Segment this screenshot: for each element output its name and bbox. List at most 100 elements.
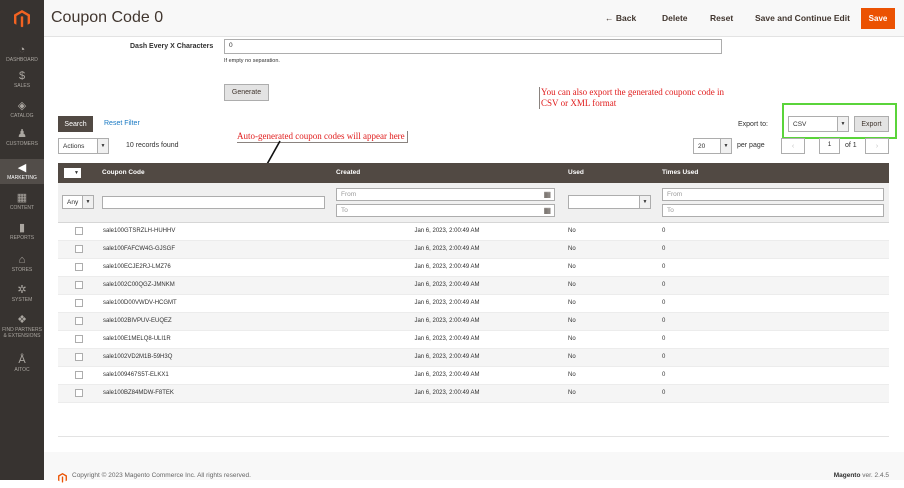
times-used-cell: 0 <box>662 336 666 342</box>
delete-button[interactable]: Delete <box>662 13 688 23</box>
sidebar-item-customers[interactable]: ♟ CUSTOMERS <box>0 128 44 147</box>
row-checkbox[interactable] <box>75 263 83 271</box>
table-row[interactable]: sale100FAFCW4G-GJSGF Jan 6, 2023, 2:00:49… <box>58 241 889 259</box>
row-checkbox[interactable] <box>75 299 83 307</box>
used-cell: No <box>568 282 576 288</box>
table-row[interactable]: sale1009467S5T-ELKX1 Jan 6, 2023, 2:00:49… <box>58 367 889 385</box>
times-used-cell: 0 <box>662 228 666 234</box>
table-row[interactable]: sale100GTSRZLH-HUHHV Jan 6, 2023, 2:00:49… <box>58 223 889 241</box>
page-footer: Copyright © 2023 Magento Commerce Inc. A… <box>44 452 904 483</box>
table-row[interactable]: sale1002BIVPUV-EUQEZ Jan 6, 2023, 2:00:49… <box>58 313 889 331</box>
admin-sidebar: ◔ DASHBOARD $ SALES ◈ CATALOG ♟ CUSTOMERS ◀ MARKE… <box>0 0 44 480</box>
export-button[interactable]: Export <box>854 116 889 132</box>
bar-chart-icon: ▮ <box>18 222 26 234</box>
sidebar-item-system[interactable]: ✲ SYSTEM <box>0 284 44 303</box>
used-cell: No <box>568 354 576 360</box>
column-coupon-code[interactable]: Coupon Code <box>102 169 145 176</box>
export-format-select[interactable]: CSV ▼ <box>788 116 849 132</box>
times-used-from-filter[interactable]: From <box>662 188 884 201</box>
used-cell: No <box>568 318 576 324</box>
row-checkbox[interactable] <box>75 281 83 289</box>
table-row[interactable]: sale100ECJE2RJ-LMZ76 Jan 6, 2023, 2:00:49… <box>58 259 889 277</box>
reset-filter-link[interactable]: Reset Filter <box>104 120 140 127</box>
per-page-select[interactable]: 20 ▼ <box>693 138 732 154</box>
times-used-to-filter[interactable]: To <box>662 204 884 217</box>
row-checkbox[interactable] <box>75 335 83 343</box>
used-cell: No <box>568 336 576 342</box>
table-row[interactable]: sale1002C00QGZ-JMNKM Jan 6, 2023, 2:00:49… <box>58 277 889 295</box>
table-row[interactable]: sale100E1MELQ8-ULI1R Jan 6, 2023, 2:00:49… <box>58 331 889 349</box>
next-page-button[interactable]: › <box>865 138 889 154</box>
coupon-code-cell: sale100BZ84MDW-F8TEK <box>103 390 174 396</box>
row-checkbox[interactable] <box>75 353 83 361</box>
sidebar-item-label: CONTENT <box>9 205 35 211</box>
table-row[interactable]: sale100BZ84MDW-F8TEK Jan 6, 2023, 2:00:49… <box>58 385 889 403</box>
sidebar-item-catalog[interactable]: ◈ CATALOG <box>0 100 44 119</box>
sidebar-item-aitoc[interactable]: Å AITOC <box>0 354 44 373</box>
sidebar-item-sales[interactable]: $ SALES <box>0 70 44 89</box>
version-info: Magento ver. 2.4.5 <box>833 472 889 479</box>
column-used[interactable]: Used <box>568 169 584 176</box>
row-checkbox[interactable] <box>75 245 83 253</box>
coupon-code-filter[interactable] <box>102 196 325 209</box>
actions-select[interactable]: Actions ▼ <box>58 138 109 154</box>
row-checkbox[interactable] <box>75 317 83 325</box>
save-button[interactable]: Save <box>861 8 895 29</box>
dash-note: If empty no separation. <box>224 58 280 64</box>
column-times-used[interactable]: Times Used <box>662 169 698 176</box>
sidebar-item-label: STORES <box>11 267 33 273</box>
created-to-filter[interactable]: To ▦ <box>336 204 555 217</box>
generate-button[interactable]: Generate <box>224 84 269 101</box>
calendar-icon[interactable]: ▦ <box>543 206 551 215</box>
used-cell: No <box>568 264 576 270</box>
used-cell: No <box>568 390 576 396</box>
row-checkbox[interactable] <box>75 227 83 235</box>
sidebar-item-label: REPORTS <box>9 235 35 241</box>
times-used-cell: 0 <box>662 390 666 396</box>
chevron-right-icon: › <box>875 142 879 150</box>
row-checkbox[interactable] <box>75 371 83 379</box>
dash-input[interactable]: 0 <box>224 39 722 54</box>
chevron-down-icon: ▼ <box>74 170 79 176</box>
sidebar-item-label: SYSTEM <box>11 297 33 303</box>
created-from-filter[interactable]: From ▦ <box>336 188 555 201</box>
used-select[interactable]: ▼ <box>568 195 651 209</box>
sidebar-item-stores[interactable]: ⌂ STORES <box>0 254 44 273</box>
times-used-cell: 0 <box>662 300 666 306</box>
sidebar-item-reports[interactable]: ▮ REPORTS <box>0 222 44 241</box>
sidebar-item-marketing[interactable]: ◀ MARKETING <box>0 159 44 184</box>
back-button[interactable]: ← Back <box>605 13 636 23</box>
calendar-icon[interactable]: ▦ <box>543 190 551 199</box>
magento-logo-icon[interactable] <box>0 0 44 38</box>
page-input[interactable]: 1 <box>819 138 840 154</box>
coupon-code-cell: sale100ECJE2RJ-LMZ76 <box>103 264 171 270</box>
column-created[interactable]: Created <box>336 169 360 176</box>
sidebar-item-find-partners-extensions[interactable]: ❖ FIND PARTNERS & EXTENSIONS <box>0 314 44 339</box>
sidebar-item-content[interactable]: ▦ CONTENT <box>0 192 44 211</box>
any-select[interactable]: Any ▼ <box>62 195 94 209</box>
save-continue-button[interactable]: Save and Continue Edit <box>755 13 850 23</box>
search-button[interactable]: Search <box>58 116 93 132</box>
copyright-text: Copyright © 2023 Magento Commerce Inc. A… <box>72 472 251 479</box>
created-cell: Jan 6, 2023, 2:00:49 AM <box>414 390 480 396</box>
mass-select-checkbox[interactable]: ▼ <box>64 168 81 178</box>
table-row[interactable]: sale1002VD2M1B-59H3Q Jan 6, 2023, 2:00:49… <box>58 349 889 367</box>
coupon-code-cell: sale100GTSRZLH-HUHHV <box>103 228 176 234</box>
sidebar-item-label: CATALOG <box>10 113 34 119</box>
reset-button[interactable]: Reset <box>710 13 733 23</box>
created-cell: Jan 6, 2023, 2:00:49 AM <box>414 354 480 360</box>
sidebar-item-dashboard[interactable]: ◔ DASHBOARD <box>0 44 44 63</box>
times-used-cell: 0 <box>662 372 666 378</box>
row-checkbox[interactable] <box>75 389 83 397</box>
chevron-down-icon: ▼ <box>837 117 848 131</box>
magento-footer-logo-icon <box>58 470 67 488</box>
created-cell: Jan 6, 2023, 2:00:49 AM <box>414 318 480 324</box>
created-cell: Jan 6, 2023, 2:00:49 AM <box>414 300 480 306</box>
filter-row: Any ▼ From ▦ To ▦ ▼ From To <box>58 183 889 223</box>
created-cell: Jan 6, 2023, 2:00:49 AM <box>414 228 480 234</box>
page-total: of 1 <box>845 142 857 149</box>
table-row[interactable]: sale100D00VWDV-HCGMT Jan 6, 2023, 2:00:49… <box>58 295 889 313</box>
store-icon: ⌂ <box>18 254 26 266</box>
export-to-label: Export to: <box>738 121 768 128</box>
prev-page-button[interactable]: ‹ <box>781 138 805 154</box>
